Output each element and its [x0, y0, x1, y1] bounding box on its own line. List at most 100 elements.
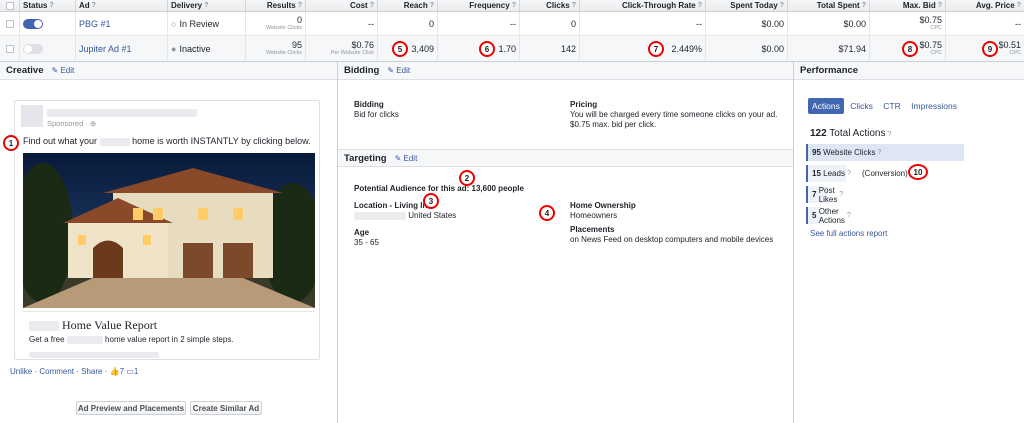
ad-description: Get a free home value report in 2 simple…: [29, 335, 234, 344]
col-spent-today[interactable]: Spent Today?: [706, 0, 788, 11]
ad-url-blurred: [29, 349, 159, 359]
full-actions-report-link[interactable]: See full actions report: [810, 229, 887, 238]
results-cell: 95 Website Clicks: [246, 36, 306, 61]
col-cost[interactable]: Cost?: [306, 0, 378, 11]
engagement-links[interactable]: Unlike · Comment · Share ·: [10, 367, 107, 376]
ad-name-link[interactable]: PBG #1: [79, 19, 111, 29]
col-status[interactable]: Status?: [20, 0, 76, 11]
creative-panel: Creative ✎ Edit Sponsored · ⊕ Find out w…: [0, 62, 338, 423]
delivery-cell: ○ In Review: [168, 12, 246, 35]
annotation-marker-5: 5: [392, 41, 408, 57]
action-bar-other-actions: 5 Other Actions?: [806, 207, 851, 225]
ad-image[interactable]: [23, 153, 315, 308]
performance-header: Performance: [794, 62, 1024, 80]
pencil-icon: ✎: [387, 66, 395, 75]
in-review-status-icon: ○: [171, 18, 177, 29]
help-icon[interactable]: ?: [92, 2, 96, 9]
help-icon[interactable]: ?: [49, 2, 53, 9]
col-clicks[interactable]: Clicks?: [520, 0, 580, 11]
tab-ctr[interactable]: CTR: [879, 98, 904, 114]
performance-panel: Performance Actions Clicks CTR Impressio…: [794, 62, 1024, 423]
help-icon[interactable]: ?: [839, 191, 843, 198]
help-icon[interactable]: ?: [204, 2, 208, 9]
delivery-cell: ● Inactive: [168, 36, 246, 61]
tab-clicks[interactable]: Clicks: [846, 98, 877, 114]
avg-price-cell: --: [1015, 18, 1021, 29]
total-actions: 122 Total Actions?: [810, 128, 892, 139]
clicks-cell: 0: [520, 12, 580, 35]
blurred-city: [99, 137, 130, 146]
help-icon[interactable]: ?: [430, 2, 434, 9]
ad-link-box[interactable]: Home Value Report Get a free home value …: [23, 311, 315, 359]
pencil-icon: ✎: [51, 66, 59, 75]
row-select-cell: [0, 12, 20, 35]
help-icon[interactable]: ?: [1017, 2, 1021, 9]
page-name-blurred: [47, 107, 197, 117]
col-ctr[interactable]: Click-Through Rate?: [580, 0, 706, 11]
col-frequency[interactable]: Frequency?: [438, 0, 520, 11]
action-bar-leads: 15 Leads?: [806, 165, 851, 182]
help-icon[interactable]: ?: [298, 2, 302, 9]
row-checkbox[interactable]: [5, 19, 14, 28]
help-icon[interactable]: ?: [370, 2, 374, 9]
ctr-cell: --: [580, 12, 706, 35]
annotation-marker-2: 2: [459, 170, 475, 186]
total-spent-cell: $0.00: [788, 12, 870, 35]
col-max-bid[interactable]: Max. Bid?: [870, 0, 946, 11]
annotation-marker-7: 7: [648, 41, 664, 57]
pricing-info: Pricing You will be charged every time s…: [570, 100, 778, 129]
help-icon[interactable]: ?: [862, 2, 866, 9]
ad-preview-button[interactable]: Ad Preview and Placements: [76, 401, 186, 415]
help-icon[interactable]: ?: [847, 170, 851, 177]
col-avg-price[interactable]: Avg. Price?: [946, 0, 1024, 11]
targeting-edit-link[interactable]: ✎ Edit: [395, 154, 418, 163]
help-icon[interactable]: ?: [780, 2, 784, 9]
status-cell: [20, 36, 76, 61]
help-icon[interactable]: ?: [512, 2, 516, 9]
ad-name-cell: PBG #1: [76, 12, 168, 35]
ad-engagement-row: Unlike · Comment · Share · 👍7 ▭1: [10, 367, 139, 376]
tab-actions[interactable]: Actions: [808, 98, 844, 114]
help-icon[interactable]: ?: [698, 2, 702, 9]
bidding-targeting-panel: Bidding ✎ Edit Bidding Bid for clicks Pr…: [338, 62, 794, 423]
frequency-cell: --: [438, 12, 520, 35]
help-icon[interactable]: ?: [877, 149, 881, 156]
col-delivery[interactable]: Delivery?: [168, 0, 246, 11]
row-select-cell: [0, 36, 20, 61]
ad-body-text: Find out what your home is worth INSTANT…: [23, 136, 311, 146]
col-results[interactable]: Results?: [246, 0, 306, 11]
table-row[interactable]: PBG #1 ○ In Review 0 Website Clicks -- 0 -…: [0, 12, 1024, 36]
reach-cell: 3,409: [378, 36, 438, 61]
col-total-spent[interactable]: Total Spent?: [788, 0, 870, 11]
help-icon[interactable]: ?: [847, 212, 851, 219]
tab-impressions[interactable]: Impressions: [907, 98, 961, 114]
select-all-checkbox[interactable]: [5, 1, 14, 10]
clicks-cell: 142: [520, 36, 580, 61]
table-row[interactable]: Jupiter Ad #1 ● Inactive 95 Website Clicks…: [0, 36, 1024, 62]
creative-header: Creative ✎ Edit: [0, 62, 337, 80]
total-spent-cell: $71.94: [788, 36, 870, 61]
col-reach[interactable]: Reach?: [378, 0, 438, 11]
creative-edit-link[interactable]: ✎ Edit: [52, 66, 75, 75]
ad-name-cell: Jupiter Ad #1: [76, 36, 168, 61]
annotation-marker-4: 4: [539, 205, 555, 221]
help-icon[interactable]: ?: [938, 2, 942, 9]
page-avatar: [21, 105, 43, 127]
status-toggle[interactable]: [23, 43, 43, 54]
ad-headline: Home Value Report: [29, 318, 157, 333]
spent-today-cell: $0.00: [706, 12, 788, 35]
annotation-marker-8: 8: [902, 41, 918, 57]
help-icon[interactable]: ?: [887, 131, 891, 138]
status-toggle[interactable]: [23, 18, 43, 29]
cost-cell: $0.76 Per Website Click: [306, 36, 378, 61]
conversion-label: (Conversion): [862, 169, 908, 178]
age-info: Age 35 - 65: [354, 228, 379, 247]
row-checkbox[interactable]: [5, 44, 14, 53]
reach-cell: 0: [378, 12, 438, 35]
col-ad[interactable]: Ad?: [76, 0, 168, 11]
ad-name-link[interactable]: Jupiter Ad #1: [79, 44, 132, 54]
create-similar-ad-button[interactable]: Create Similar Ad: [190, 401, 262, 415]
sponsored-label: Sponsored · ⊕: [47, 119, 97, 128]
help-icon[interactable]: ?: [572, 2, 576, 9]
bidding-edit-link[interactable]: ✎ Edit: [387, 66, 410, 75]
